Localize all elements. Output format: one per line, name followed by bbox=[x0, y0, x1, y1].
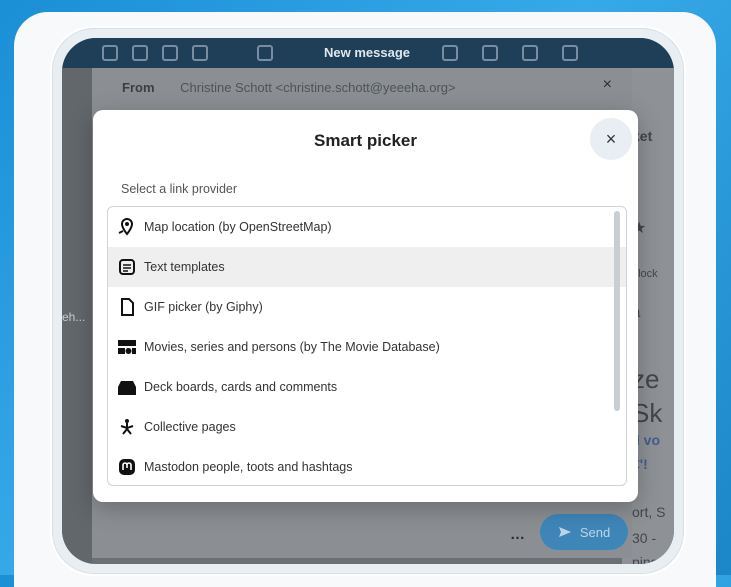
provider-item-label: GIF picker (by Giphy) bbox=[144, 300, 263, 314]
topbar-title: New message bbox=[324, 45, 410, 60]
right-cut-text-9: 30 - bbox=[632, 530, 657, 546]
text-document-icon bbox=[118, 258, 136, 276]
provider-item-map[interactable]: Map location (by OpenStreetMap) bbox=[108, 207, 626, 247]
deck-topbar-icon bbox=[482, 45, 498, 61]
right-cut-text-10: ping bbox=[632, 554, 659, 564]
provider-item-label: Deck boards, cards and comments bbox=[144, 380, 338, 394]
dialog-close-button[interactable]: × bbox=[590, 118, 632, 160]
app-screen: New message eh... ket ★ block a ze Sk il… bbox=[62, 38, 674, 564]
settings-icon bbox=[522, 45, 538, 61]
device-frame: New message eh... ket ★ block a ze Sk il… bbox=[50, 26, 686, 576]
deck-icon bbox=[118, 378, 136, 396]
calendar-icon bbox=[257, 45, 273, 61]
send-button[interactable]: Send bbox=[540, 514, 628, 550]
search-icon bbox=[132, 45, 148, 61]
scrollbar-thumb[interactable] bbox=[614, 211, 620, 411]
mail-topbar: New message bbox=[62, 38, 674, 68]
list-icon bbox=[562, 45, 578, 61]
send-label: Send bbox=[579, 524, 611, 540]
left-panel: eh... bbox=[62, 68, 92, 564]
collectives-icon bbox=[118, 418, 136, 436]
provider-item-text-templates[interactable]: Text templates bbox=[108, 247, 626, 287]
provider-item-label: Map location (by OpenStreetMap) bbox=[144, 220, 332, 234]
provider-item-movies[interactable]: Movies, series and persons (by The Movie… bbox=[108, 327, 626, 367]
provider-item-label: Movies, series and persons (by The Movie… bbox=[144, 340, 440, 354]
edit-icon bbox=[442, 45, 458, 61]
file-icon bbox=[118, 298, 136, 316]
provider-item-gif[interactable]: GIF picker (by Giphy) bbox=[108, 287, 626, 327]
from-label: From bbox=[122, 80, 155, 95]
mastodon-icon bbox=[118, 458, 136, 476]
dialog-title: Smart picker bbox=[314, 131, 417, 150]
provider-item-mastodon[interactable]: Mastodon people, toots and hashtags bbox=[108, 447, 626, 485]
more-options-button[interactable]: … bbox=[510, 526, 525, 543]
from-row: From Christine Schott <christine.schott@… bbox=[122, 80, 456, 95]
map-marker-icon bbox=[118, 218, 136, 236]
provider-item-label: Mastodon people, toots and hashtags bbox=[144, 460, 353, 474]
menu-icon bbox=[102, 45, 118, 61]
from-value[interactable]: Christine Schott <christine.schott@yeeeh… bbox=[180, 80, 456, 95]
provider-item-collectives[interactable]: Collective pages bbox=[108, 407, 626, 447]
provider-item-deck[interactable]: Deck boards, cards and comments bbox=[108, 367, 626, 407]
close-icon: × bbox=[605, 128, 617, 149]
provider-label: Select a link provider bbox=[121, 182, 238, 196]
left-cut-text: eh... bbox=[62, 310, 86, 324]
composer-close-button[interactable]: × bbox=[603, 76, 612, 94]
tmdb-logo-icon bbox=[118, 338, 136, 356]
provider-item-label: Text templates bbox=[144, 260, 225, 274]
provider-item-label: Collective pages bbox=[144, 420, 236, 434]
mail-icon bbox=[162, 45, 178, 61]
send-icon bbox=[558, 527, 571, 537]
provider-list[interactable]: Map location (by OpenStreetMap) Text tem… bbox=[107, 206, 627, 486]
contacts-icon bbox=[192, 45, 208, 61]
list-scrollbar[interactable] bbox=[614, 211, 620, 477]
right-cut-text-8: ort, S bbox=[632, 504, 666, 520]
smart-picker-dialog: Smart picker × Select a link provider Ma… bbox=[93, 110, 638, 502]
